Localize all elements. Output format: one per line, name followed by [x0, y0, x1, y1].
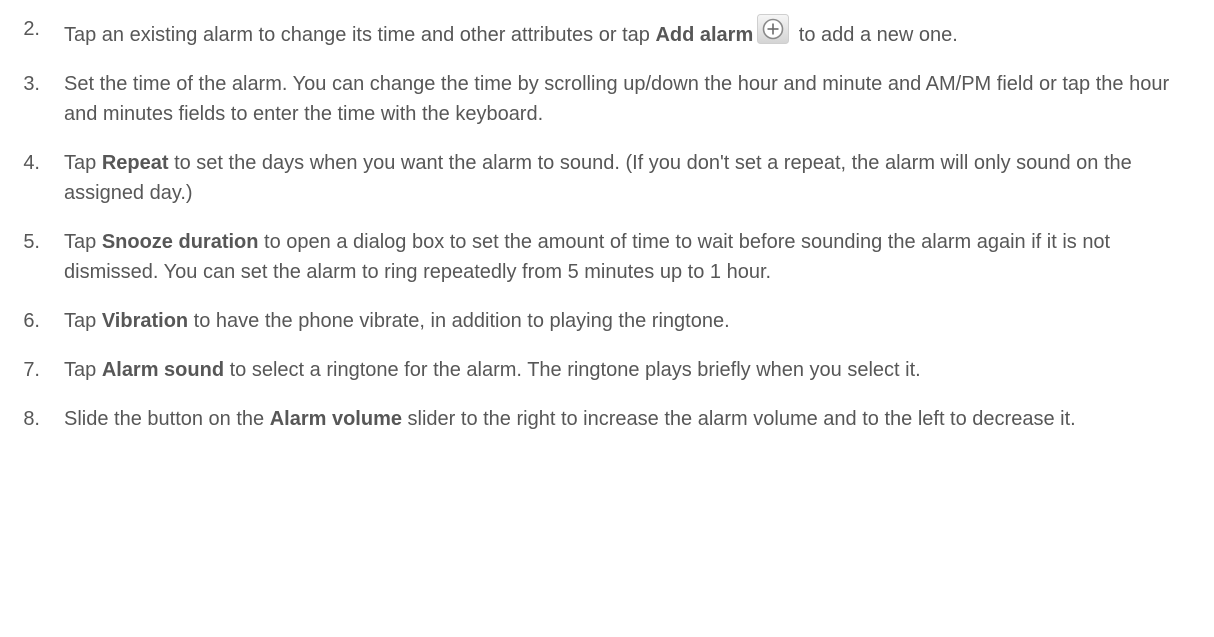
step-text-part: Tap	[64, 152, 102, 174]
vibration-label: Vibration	[101, 310, 189, 332]
step-text-part: Tap	[64, 310, 102, 332]
step-number: 4.	[23, 152, 40, 174]
step-8: 8. Slide the button on the Alarm volume …	[0, 404, 1214, 434]
step-text-part: slider to the right to increase the alar…	[401, 408, 1076, 430]
step-text: Tap an existing alarm to change its time…	[64, 14, 958, 46]
step-2: 2. Tap an existing alarm to change its t…	[0, 14, 1214, 50]
step-text-part: to select a ringtone for the alarm. The …	[224, 359, 921, 381]
step-4: 4. Tap Repeat to set the days when you w…	[0, 148, 1214, 208]
step-3: 3. Set the time of the alarm. You can ch…	[0, 69, 1214, 129]
step-text-part: to have the phone vibrate, in addition t…	[188, 310, 730, 332]
step-text-part: Tap	[64, 359, 102, 381]
step-text: Tap Alarm sound to select a ringtone for…	[64, 359, 921, 381]
step-5: 5. Tap Snooze duration to open a dialog …	[0, 227, 1214, 287]
add-alarm-label: Add alarm	[655, 24, 754, 46]
step-number: 3.	[23, 73, 40, 95]
step-text: Tap Snooze duration to open a dialog box…	[64, 231, 1110, 283]
step-number: 5.	[23, 231, 40, 253]
step-text-part: Slide the button on the	[64, 408, 270, 430]
repeat-label: Repeat	[101, 152, 169, 174]
alarm-volume-label: Alarm volume	[269, 408, 402, 430]
step-6: 6. Tap Vibration to have the phone vibra…	[0, 306, 1214, 336]
step-text: Tap Repeat to set the days when you want…	[64, 152, 1132, 204]
step-number: 2.	[23, 18, 40, 40]
step-text: Set the time of the alarm. You can chang…	[64, 73, 1170, 125]
step-text-part: Tap an existing alarm to change its time…	[64, 24, 656, 46]
step-number: 6.	[23, 310, 40, 332]
step-number: 7.	[23, 359, 40, 381]
step-number: 8.	[23, 408, 40, 430]
step-text: Tap Vibration to have the phone vibrate,…	[64, 310, 730, 332]
step-text-part: to set the days when you want the alarm …	[64, 152, 1132, 204]
step-7: 7. Tap Alarm sound to select a ringtone …	[0, 355, 1214, 385]
add-circle-icon	[757, 14, 790, 44]
instructions-list: 2. Tap an existing alarm to change its t…	[0, 14, 1214, 453]
alarm-sound-label: Alarm sound	[101, 359, 225, 381]
snooze-duration-label: Snooze duration	[101, 231, 259, 253]
step-text: Slide the button on the Alarm volume sli…	[64, 408, 1076, 430]
step-text-part: Tap	[64, 231, 102, 253]
step-text-part: to add a new one.	[793, 24, 958, 46]
